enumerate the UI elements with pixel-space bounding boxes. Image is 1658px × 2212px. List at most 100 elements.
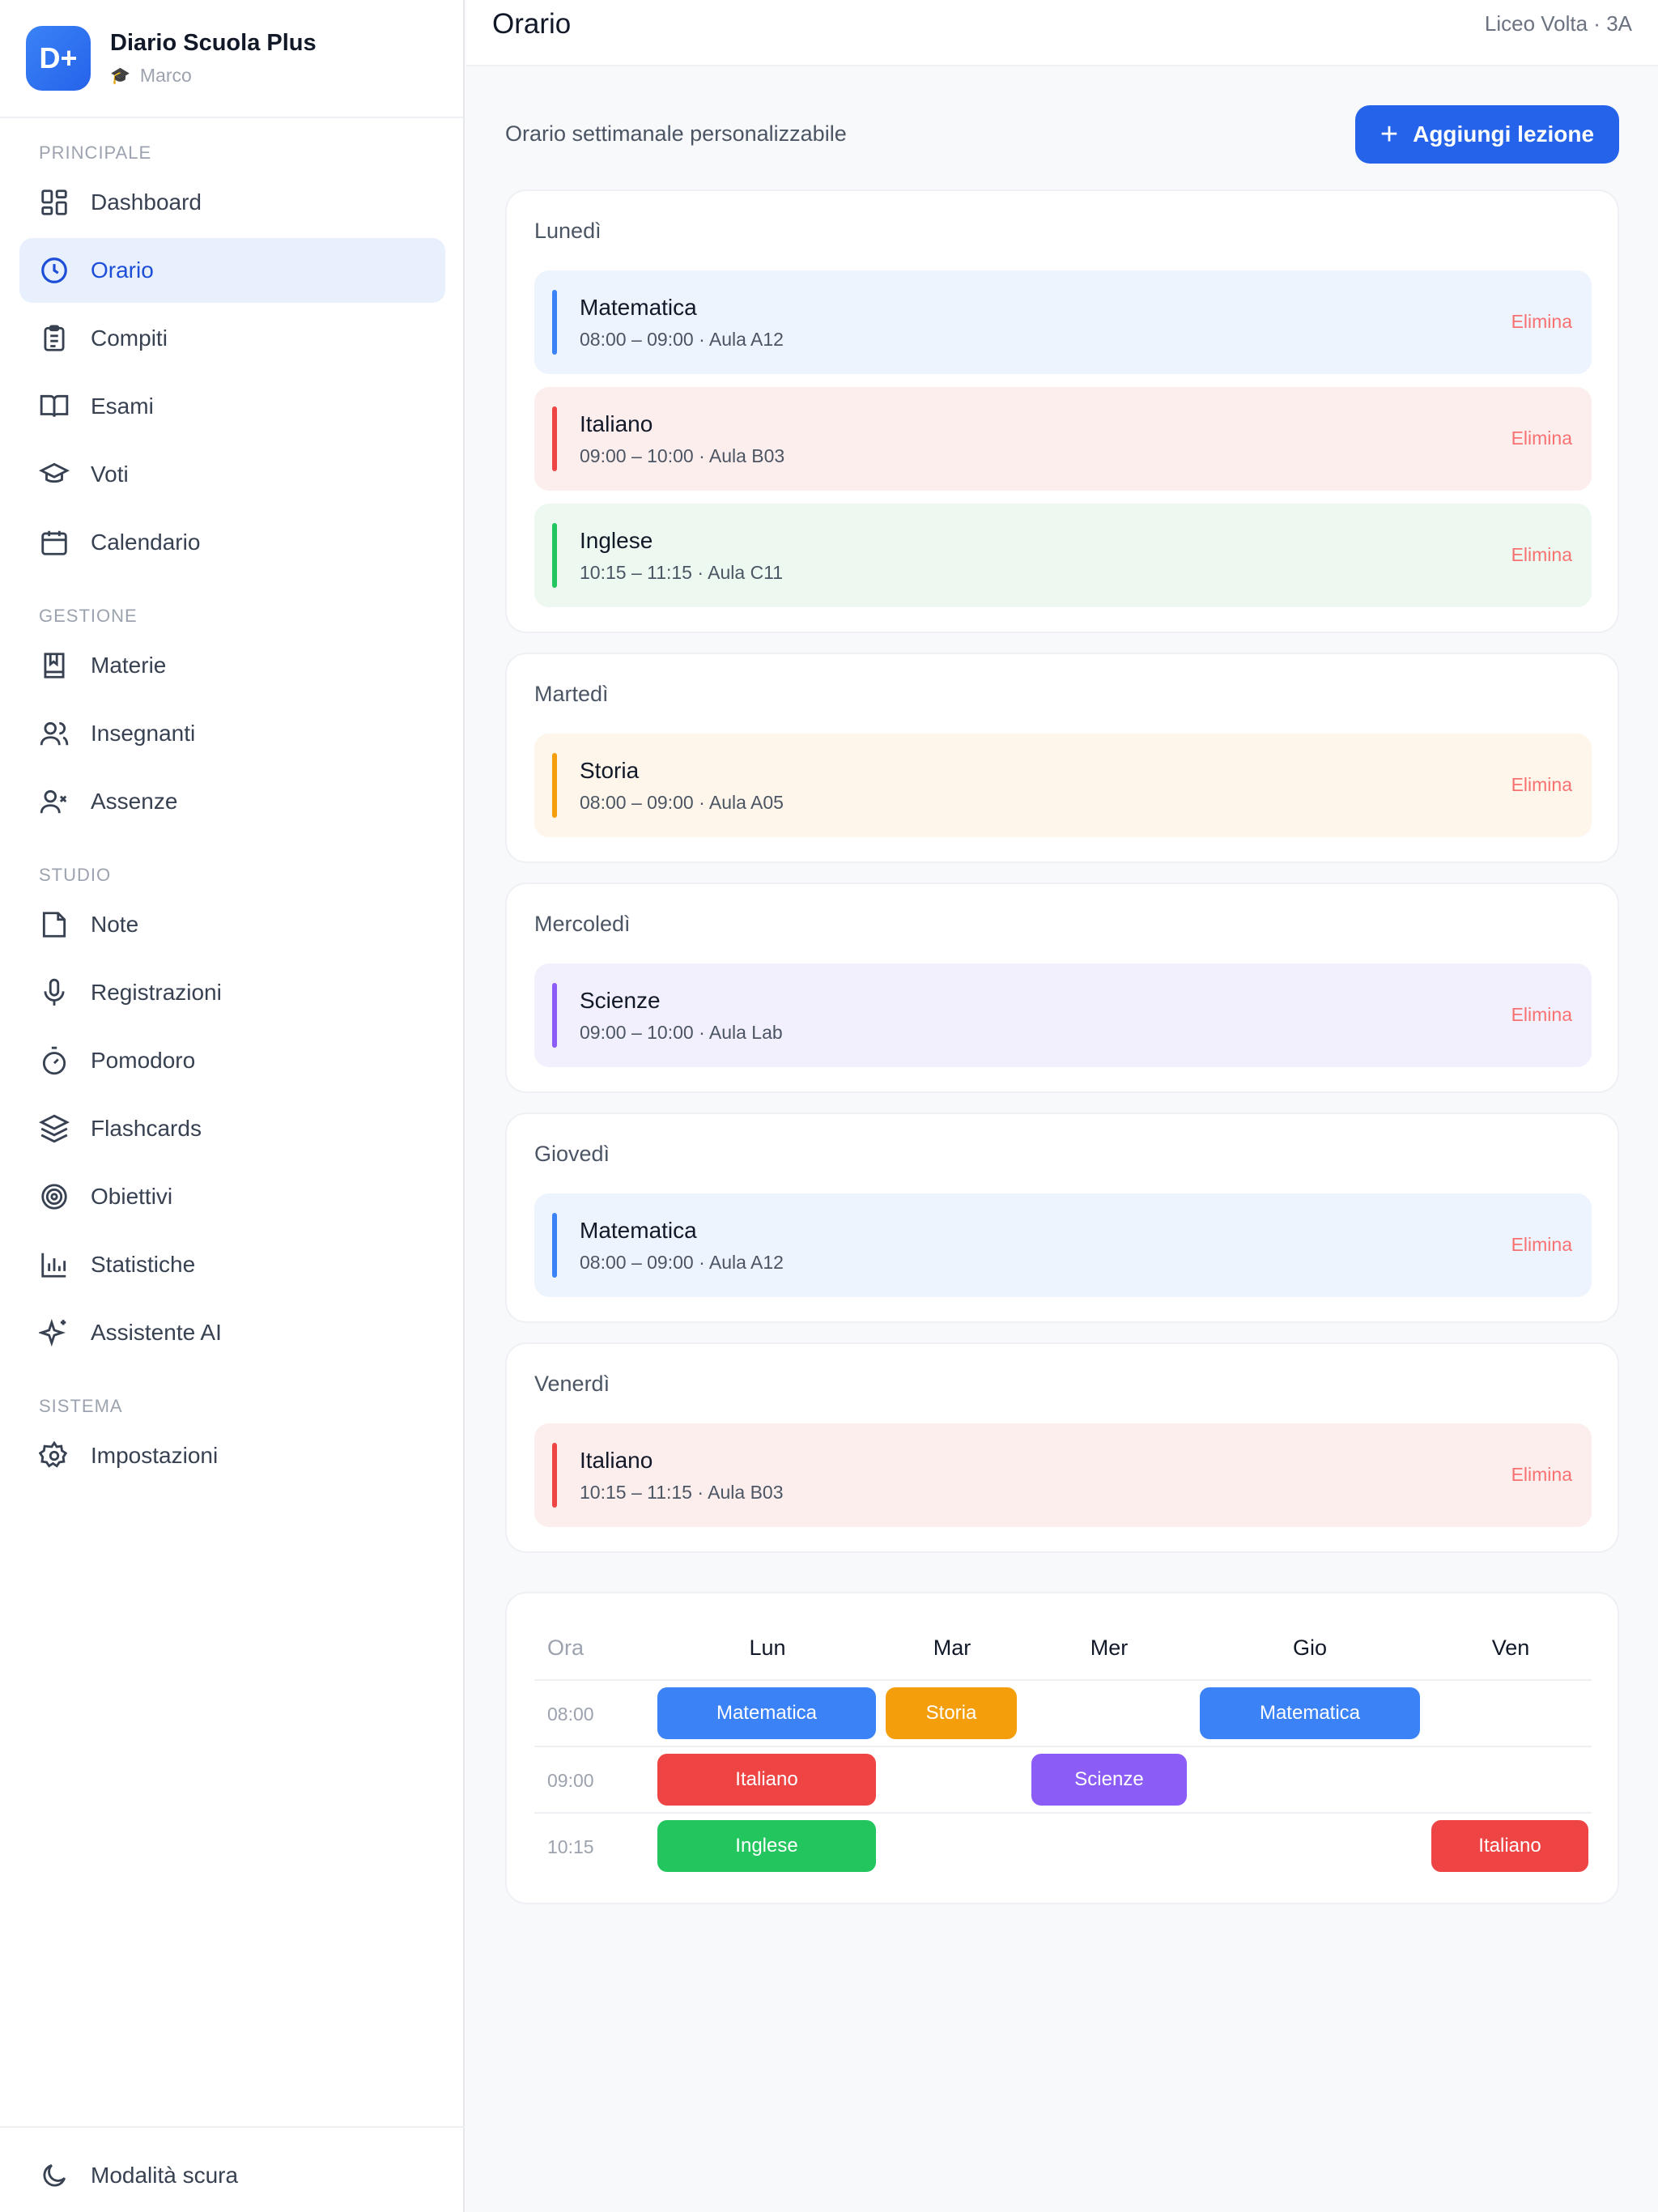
sidebar-item-assistente-ai[interactable]: Assistente AI xyxy=(19,1300,445,1365)
sidebar-item-esami[interactable]: Esami xyxy=(19,374,445,439)
sidebar-item-label: Flashcards xyxy=(91,1116,202,1141)
lesson-meta: 08:00 – 09:00 · Aula A12 xyxy=(580,329,784,350)
delete-lesson-button[interactable]: Elimina xyxy=(1511,428,1572,449)
sidebar-item-impostazioni[interactable]: Impostazioni xyxy=(19,1423,445,1488)
lesson-meta: 10:15 – 11:15 · Aula B03 xyxy=(580,1482,784,1503)
graduation-cap-icon xyxy=(39,462,70,483)
sidebar-item-statistiche[interactable]: Statistiche xyxy=(19,1232,445,1297)
calendar-icon xyxy=(41,530,67,555)
delete-lesson-button[interactable]: Elimina xyxy=(1511,311,1572,333)
sidebar-item-orario[interactable]: Orario xyxy=(19,238,445,303)
day-card-venerdi: Venerdì Italiano 10:15 – 11:15 · Aula B0… xyxy=(505,1342,1619,1553)
lesson-card[interactable]: Inglese 10:15 – 11:15 · Aula C11 Elimina xyxy=(534,504,1592,607)
sidebar-item-label: Assistente AI xyxy=(91,1320,222,1345)
layers-icon xyxy=(39,1114,70,1143)
sidebar-item-assenze[interactable]: Assenze xyxy=(19,769,445,834)
sidebar-item-label: Materie xyxy=(91,653,167,678)
grid-lesson-chip[interactable]: Storia xyxy=(886,1687,1017,1739)
lesson-card[interactable]: Storia 08:00 – 09:00 · Aula A05 Elimina xyxy=(534,734,1592,837)
sidebar-item-label: Insegnanti xyxy=(91,721,196,746)
sidebar-footer: Modalità scura xyxy=(0,2126,465,2212)
grid-header-lun: Lun xyxy=(749,1636,786,1660)
lesson-card[interactable]: Scienze 09:00 – 10:00 · Aula Lab Elimina xyxy=(534,963,1592,1067)
timer-icon xyxy=(42,1046,66,1075)
grid-divider xyxy=(534,1746,1592,1747)
app-logo: D+ xyxy=(26,26,91,91)
grid-header-mer: Mer xyxy=(1090,1636,1129,1660)
grid-lesson-chip[interactable]: Italiano xyxy=(657,1754,876,1806)
section-sistema: SISTEMA xyxy=(39,1396,123,1416)
lesson-card[interactable]: Matematica 08:00 – 09:00 · Aula A12 Elim… xyxy=(534,1193,1592,1297)
sparkles-icon xyxy=(39,1318,66,1347)
day-title: Giovedì xyxy=(534,1142,610,1166)
grid-lesson-chip[interactable]: Inglese xyxy=(657,1820,876,1872)
sidebar-item-flashcards[interactable]: Flashcards xyxy=(19,1096,445,1161)
lesson-card[interactable]: Matematica 08:00 – 09:00 · Aula A12 Elim… xyxy=(534,270,1592,374)
day-title: Venerdì xyxy=(534,1372,610,1396)
sidebar-item-label: Assenze xyxy=(91,789,178,814)
add-lesson-button[interactable]: + Aggiungi lezione xyxy=(1355,105,1619,164)
dark-mode-label: Modalità scura xyxy=(91,2163,239,2188)
grid-lesson-chip[interactable]: Matematica xyxy=(1200,1687,1420,1739)
mic-icon xyxy=(44,978,65,1006)
moon-icon xyxy=(43,2163,66,2187)
sidebar-item-label: Registrazioni xyxy=(91,980,222,1005)
user-x-icon xyxy=(40,789,67,814)
sidebar-item-materie[interactable]: Materie xyxy=(19,633,445,698)
lesson-meta: 09:00 – 10:00 · Aula Lab xyxy=(580,1022,783,1043)
sidebar: D+ Diario Scuola Plus 🎓 Marco PRINCIPALE… xyxy=(0,0,465,2212)
grid-header-gio: Gio xyxy=(1292,1636,1328,1660)
sidebar-item-label: Impostazioni xyxy=(91,1443,219,1468)
dark-mode-toggle[interactable]: Modalità scura xyxy=(39,2160,238,2191)
grid-lesson-chip[interactable]: Matematica xyxy=(657,1687,876,1739)
delete-lesson-button[interactable]: Elimina xyxy=(1511,1004,1572,1026)
grid-header-mar: Mar xyxy=(933,1636,971,1660)
day-card-lunedi: Lunedì Matematica 08:00 – 09:00 · Aula A… xyxy=(505,189,1619,633)
grid-lesson-chip[interactable]: Italiano xyxy=(1431,1820,1588,1872)
subject-color-bar xyxy=(552,290,557,355)
dashboard-icon xyxy=(41,189,67,215)
sidebar-item-pomodoro[interactable]: Pomodoro xyxy=(19,1028,445,1093)
sidebar-item-label: Compiti xyxy=(91,325,168,351)
delete-lesson-button[interactable]: Elimina xyxy=(1511,544,1572,566)
section-principale: PRINCIPALE xyxy=(39,143,152,163)
lesson-meta: 08:00 – 09:00 · Aula A05 xyxy=(580,792,784,813)
sidebar-item-voti[interactable]: Voti xyxy=(19,442,445,507)
lesson-card[interactable]: Italiano 10:15 – 11:15 · Aula B03 Elimin… xyxy=(534,1423,1592,1527)
delete-lesson-button[interactable]: Elimina xyxy=(1511,774,1572,796)
subject-color-bar xyxy=(552,406,557,471)
delete-lesson-button[interactable]: Elimina xyxy=(1511,1234,1572,1256)
grid-header-ora: Ora xyxy=(547,1636,585,1660)
sidebar-item-label: Statistiche xyxy=(91,1252,196,1277)
lesson-subject: Italiano xyxy=(580,1448,653,1473)
lesson-subject: Inglese xyxy=(580,528,653,553)
sidebar-item-calendario[interactable]: Calendario xyxy=(19,510,445,575)
sidebar-item-note[interactable]: Note xyxy=(19,892,445,957)
sidebar-item-insegnanti[interactable]: Insegnanti xyxy=(19,701,445,766)
app-title: Diario Scuola Plus xyxy=(110,30,317,56)
brand-header: D+ Diario Scuola Plus 🎓 Marco xyxy=(0,0,463,118)
day-card-giovedi: Giovedì Matematica 08:00 – 09:00 · Aula … xyxy=(505,1112,1619,1323)
sidebar-item-registrazioni[interactable]: Registrazioni xyxy=(19,960,445,1025)
subject-color-bar xyxy=(552,753,557,818)
plus-icon: + xyxy=(1380,117,1399,151)
sidebar-item-label: Esami xyxy=(91,393,154,419)
day-card-martedi: Martedì Storia 08:00 – 09:00 · Aula A05 … xyxy=(505,653,1619,863)
lesson-subject: Matematica xyxy=(580,295,697,320)
lesson-card[interactable]: Italiano 09:00 – 10:00 · Aula B03 Elimin… xyxy=(534,387,1592,491)
sidebar-item-label: Orario xyxy=(91,257,154,283)
sidebar-item-dashboard[interactable]: Dashboard xyxy=(19,170,445,235)
user-name: Marco xyxy=(139,65,192,86)
grid-time: 10:15 xyxy=(547,1836,594,1857)
sidebar-item-label: Obiettivi xyxy=(91,1184,173,1209)
day-card-mercoledi: Mercoledì Scienze 09:00 – 10:00 · Aula L… xyxy=(505,883,1619,1093)
grid-time: 09:00 xyxy=(547,1770,594,1791)
grid-lesson-chip[interactable]: Scienze xyxy=(1031,1754,1187,1806)
day-title: Lunedì xyxy=(534,219,602,243)
delete-lesson-button[interactable]: Elimina xyxy=(1511,1464,1572,1486)
sidebar-item-compiti[interactable]: Compiti xyxy=(19,306,445,371)
note-icon xyxy=(42,912,66,938)
school-class-label: Liceo Volta · 3A xyxy=(1484,11,1632,36)
lesson-meta: 09:00 – 10:00 · Aula B03 xyxy=(580,445,785,466)
sidebar-item-obiettivi[interactable]: Obiettivi xyxy=(19,1164,445,1229)
